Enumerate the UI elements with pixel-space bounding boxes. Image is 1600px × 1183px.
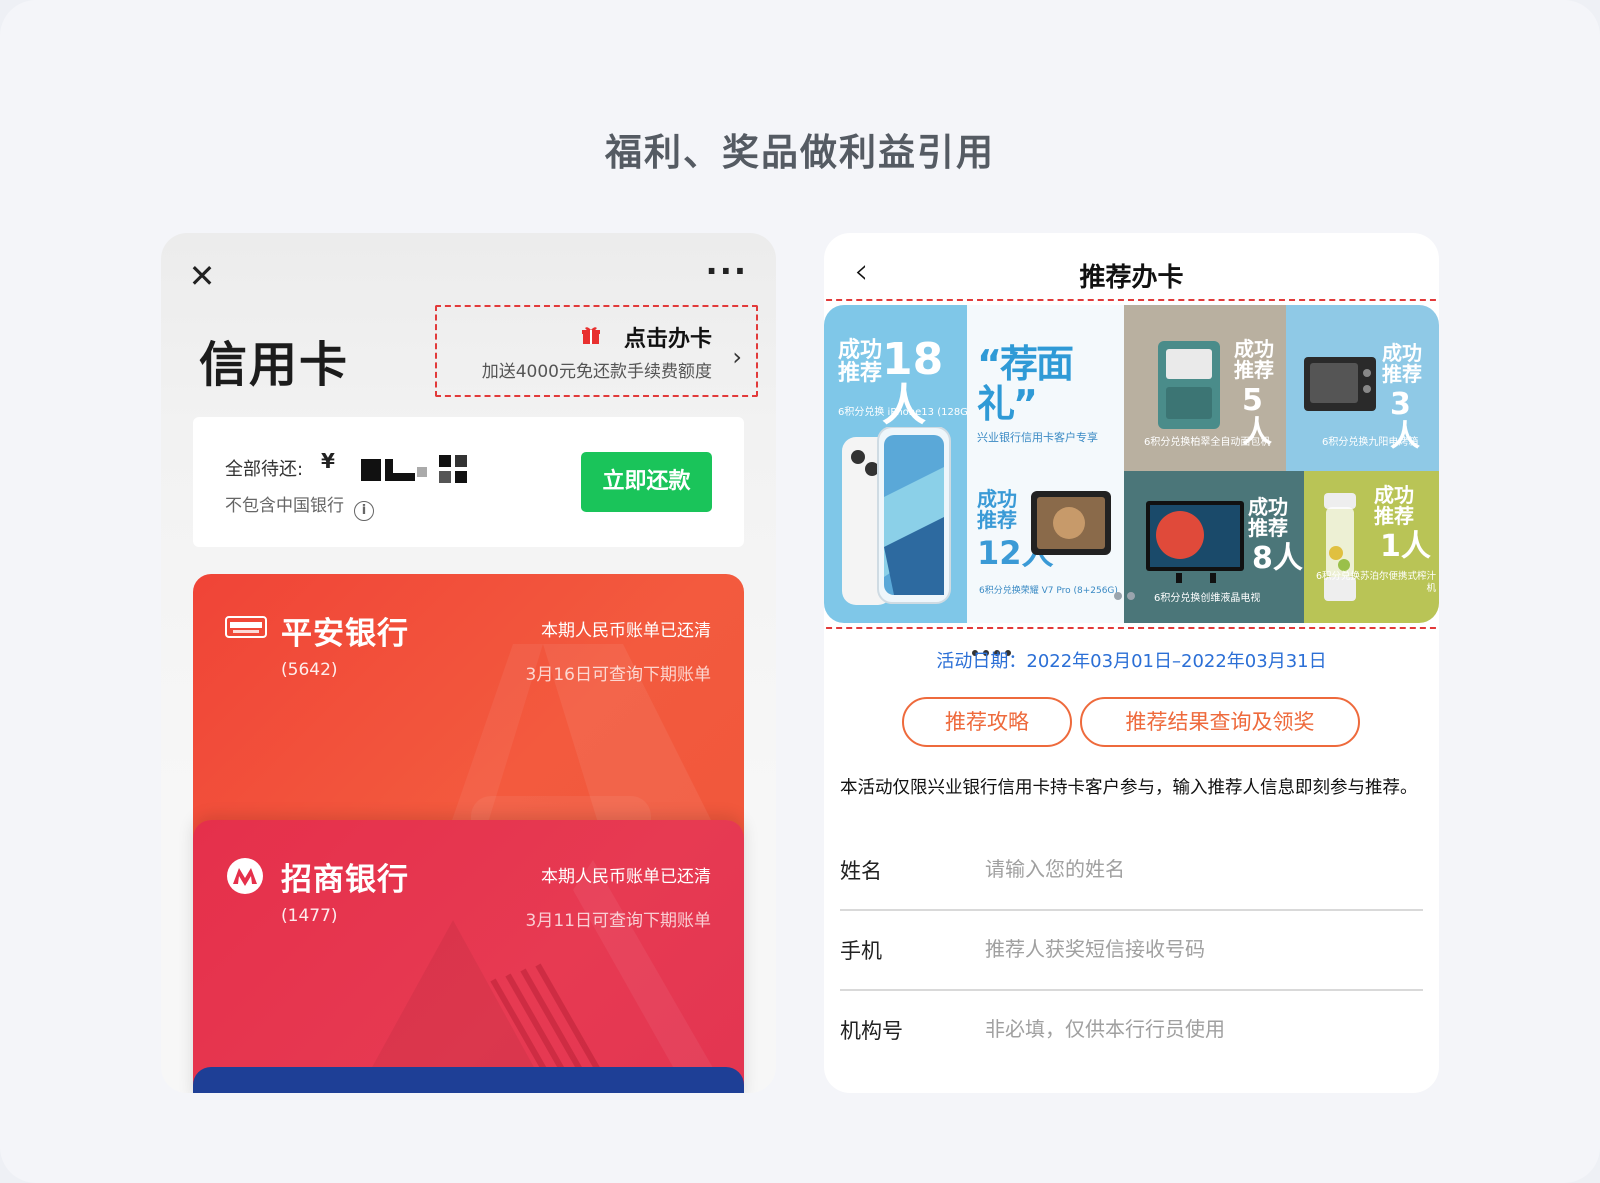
phone-input[interactable] bbox=[985, 929, 1405, 969]
tile-prize: 6积分兑换九阳电烤箱 bbox=[1322, 437, 1419, 448]
banner-carousel-dots bbox=[1114, 585, 1140, 604]
bill-status: 本期人民币账单已还清 bbox=[541, 867, 711, 887]
tablet-product-icon bbox=[1031, 491, 1111, 555]
bank-name: 平安银行 bbox=[281, 616, 409, 652]
refer-card-screen: ‹ 推荐办卡 成功 推荐 18人 6积分兑换 iPhone13 (128G) “… bbox=[824, 233, 1439, 1093]
promo-banner[interactable]: 成功 推荐 18人 6积分兑换 iPhone13 (128G) “荐面礼” 兴业银… bbox=[824, 305, 1439, 623]
oven-product-icon bbox=[1304, 357, 1376, 411]
cmb-logo-icon bbox=[227, 858, 263, 894]
phone-label: 手机 bbox=[840, 939, 882, 963]
tile-count: 8人 bbox=[1252, 541, 1303, 576]
next-bill: 3月11日可查询下期账单 bbox=[525, 911, 711, 931]
form-row-org: 机构号 bbox=[840, 991, 1423, 1071]
page-title: 推荐办卡 bbox=[1079, 263, 1184, 293]
card-cmb[interactable]: 招商银行 (1477) 本期人民币账单已还清 3月11日可查询下期账单 bbox=[193, 820, 744, 1093]
bank-name: 招商银行 bbox=[281, 862, 409, 898]
card-partial[interactable] bbox=[193, 1067, 744, 1093]
tile-label: 成功 推荐 bbox=[1234, 337, 1274, 382]
pingan-logo-icon bbox=[225, 616, 267, 638]
phone-product-icon bbox=[842, 427, 951, 605]
banner-tile: “荐面礼” 兴业银行信用卡客户专享 成功 推荐 12人 6积分兑换荣耀 V7 Pr… bbox=[967, 305, 1124, 623]
credit-card-screen: ✕ ··· 信用卡 点击办卡 加送4000元免还款手续费额度 › 全部待还: ¥ bbox=[161, 233, 776, 1093]
repay-now-button[interactable]: 立即还款 bbox=[581, 452, 712, 512]
breadmaker-product-icon bbox=[1158, 341, 1220, 429]
currency-symbol: ¥ bbox=[321, 449, 335, 473]
tile-label: 成功 推荐 bbox=[1248, 495, 1288, 540]
close-icon[interactable]: ✕ bbox=[187, 260, 217, 292]
banner-tile: 成功 推荐 1人 6积分兑换苏泊尔便携式榨汁机 bbox=[1304, 471, 1439, 623]
form-row-phone: 手机 bbox=[840, 911, 1423, 991]
tile-label: 成功 推荐 bbox=[1374, 483, 1414, 528]
gift-icon bbox=[582, 327, 600, 344]
tile-prize: 6积分兑换创维液晶电视 bbox=[1154, 593, 1261, 604]
tile-prize: 6积分兑换荣耀 V7 Pro (8+256G) bbox=[979, 586, 1118, 596]
apply-card-promo[interactable]: 点击办卡 加送4000元免还款手续费额度 › bbox=[435, 305, 758, 397]
tile-prize: 6积分兑换苏泊尔便携式榨汁机 bbox=[1315, 571, 1436, 595]
carousel-dot[interactable] bbox=[1127, 592, 1135, 600]
results-and-claim-button[interactable]: 推荐结果查询及领奖 bbox=[1080, 697, 1360, 747]
chevron-right-icon: › bbox=[732, 343, 742, 371]
banner-tile: 成功 推荐 8人 6积分兑换创维液晶电视 bbox=[1124, 471, 1304, 623]
referral-guide-button[interactable]: 推荐攻略 bbox=[902, 697, 1072, 747]
tile-label: 成功 推荐 bbox=[977, 487, 1017, 532]
tile-label: 成功 推荐 bbox=[1382, 341, 1422, 386]
form-row-name: 姓名 bbox=[840, 831, 1423, 911]
tile-label: 成功 推荐 bbox=[838, 338, 883, 387]
bill-status: 本期人民币账单已还清 bbox=[541, 621, 711, 641]
promo-title: 点击办卡 bbox=[623, 327, 712, 352]
repayment-note: 不包含中国银行 i bbox=[225, 491, 374, 521]
promo-subtitle: 加送4000元免还款手续费额度 bbox=[481, 362, 712, 382]
tv-product-icon bbox=[1146, 501, 1244, 583]
activity-description: 本活动仅限兴业银行信用卡持卡客户参与，输入推荐人信息即刻参与推荐。 bbox=[840, 778, 1418, 798]
more-icon[interactable]: ··· bbox=[706, 255, 748, 287]
repayment-panel: 全部待还: ¥ 不包含中国银行 i 立即还款 bbox=[193, 417, 744, 547]
banner-subheadline: 兴业银行信用卡客户专享 bbox=[977, 431, 1098, 444]
activity-date: 活动日期：2022年03月01日–2022年03月31日 bbox=[936, 651, 1327, 672]
canvas: 福利、奖品做利益引用 ✕ ··· 信用卡 点击办卡 加送4000元免还款手续费额… bbox=[0, 0, 1600, 1183]
repayment-label: 全部待还: bbox=[225, 459, 304, 480]
card-number: (5642) bbox=[281, 660, 338, 680]
banner-tile: 成功 推荐 3人 6积分兑换九阳电烤箱 bbox=[1286, 305, 1439, 471]
name-label: 姓名 bbox=[840, 859, 882, 883]
banner-headline: “荐面礼” bbox=[977, 342, 1074, 426]
banner-tile: 成功 推荐 18人 6积分兑换 iPhone13 (128G) bbox=[824, 305, 967, 623]
tile-count: 1人 bbox=[1380, 529, 1431, 564]
page-title: 信用卡 bbox=[199, 337, 350, 393]
tile-prize: 6积分兑换 iPhone13 (128G) bbox=[838, 407, 967, 418]
carousel-dot[interactable] bbox=[1114, 592, 1122, 600]
next-bill: 3月16日可查询下期账单 bbox=[525, 665, 711, 685]
card-number: (1477) bbox=[281, 906, 338, 926]
org-code-label: 机构号 bbox=[840, 1019, 903, 1043]
tile-prize: 6积分兑换柏翠全自动面包机 bbox=[1144, 437, 1271, 448]
masked-amount bbox=[361, 455, 467, 483]
org-code-input[interactable] bbox=[985, 1009, 1405, 1049]
info-icon[interactable]: i bbox=[354, 501, 374, 521]
banner-tile: 成功 推荐 5人 6积分兑换柏翠全自动面包机 bbox=[1124, 305, 1286, 471]
name-input[interactable] bbox=[985, 849, 1405, 889]
page-heading: 福利、奖品做利益引用 bbox=[605, 131, 995, 174]
